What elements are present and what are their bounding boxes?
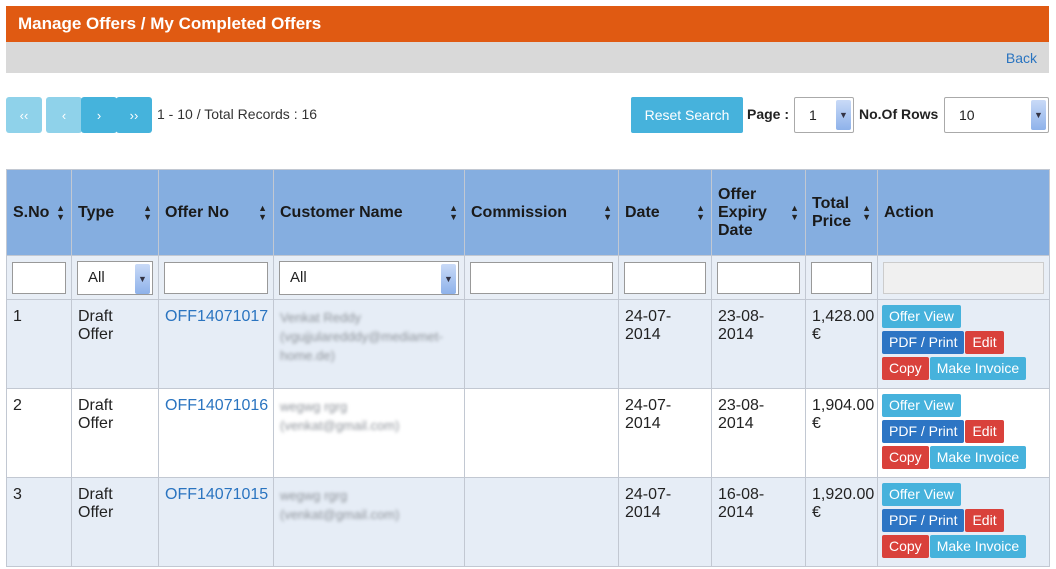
filter-date-input[interactable]	[624, 261, 706, 294]
offer-view-button[interactable]: Offer View	[882, 305, 961, 328]
pdf-print-button[interactable]: PDF / Print	[882, 420, 965, 443]
col-action: Action	[877, 169, 1050, 256]
offers-table: S.No ▲ ▼ Type ▲ ▼ Offer No ▲ ▼ Customer Name ▲ ▼…	[6, 169, 1050, 567]
filter-offer-no-input[interactable]	[164, 261, 268, 294]
rows-select-value: 10	[959, 107, 975, 123]
back-link[interactable]: Back	[1006, 50, 1037, 66]
copy-button[interactable]: Copy	[882, 357, 929, 380]
cell-type: Draft Offer	[71, 388, 159, 478]
col-sno[interactable]: S.No ▲ ▼	[6, 169, 72, 256]
copy-button[interactable]: Copy	[882, 535, 929, 558]
make-invoice-button[interactable]: Make Invoice	[929, 535, 1027, 558]
cell-sno: 1	[6, 299, 72, 389]
offer-view-button[interactable]: Offer View	[882, 394, 961, 417]
col-type[interactable]: Type ▲ ▼	[71, 169, 159, 256]
filter-sno-input[interactable]	[12, 261, 66, 294]
rows-select[interactable]: 10 ▼	[944, 97, 1049, 133]
cell-price: 1,920.00 €	[805, 477, 878, 567]
make-invoice-button[interactable]: Make Invoice	[929, 446, 1027, 469]
cell-price: 1,428.00 €	[805, 299, 878, 389]
cell-sno: 2	[6, 388, 72, 478]
copy-button[interactable]: Copy	[882, 446, 929, 469]
last-page-button[interactable]: ››	[116, 97, 152, 133]
table-row: 2 Draft Offer OFF14071016 wegwg rgrg (ve…	[6, 388, 1050, 478]
sort-icon: ▲ ▼	[862, 202, 871, 222]
filter-price-input[interactable]	[811, 261, 872, 294]
filter-expiry-input[interactable]	[717, 261, 800, 294]
customer-name: wegwg rgrg (venkat@gmail.com)	[280, 399, 400, 433]
make-invoice-button[interactable]: Make Invoice	[929, 357, 1027, 380]
prev-page-button[interactable]: ‹	[46, 97, 82, 133]
col-date[interactable]: Date ▲ ▼	[618, 169, 712, 256]
sort-icon: ▲ ▼	[258, 202, 267, 222]
page-select[interactable]: 1 ▼	[794, 97, 854, 133]
cell-expiry: 23-08-2014	[711, 388, 806, 478]
cell-commission	[464, 477, 619, 567]
offer-no-link[interactable]: OFF14071015	[165, 486, 268, 503]
col-expiry-date[interactable]: Offer Expiry Date ▲ ▼	[711, 169, 806, 256]
sort-icon: ▲ ▼	[696, 202, 705, 222]
rows-label: No.Of Rows	[859, 106, 939, 122]
chevron-down-icon: ▼	[836, 100, 851, 130]
sub-toolbar: Back	[6, 42, 1049, 73]
col-commission[interactable]: Commission ▲ ▼	[464, 169, 619, 256]
customer-name: wegwg rgrg (venkat@gmail.com)	[280, 488, 400, 522]
sort-icon: ▲ ▼	[603, 202, 612, 222]
table-row: 1 Draft Offer OFF14071017 Venkat Reddy (…	[6, 299, 1050, 389]
sort-icon: ▲ ▼	[449, 202, 458, 222]
filter-action-input	[883, 261, 1044, 294]
page-title: Manage Offers / My Completed Offers	[6, 6, 1049, 42]
chevron-down-icon: ▼	[1031, 100, 1046, 130]
cell-date: 24-07-2014	[618, 477, 712, 567]
first-page-button[interactable]: ‹‹	[6, 97, 42, 133]
page-label: Page :	[747, 106, 790, 122]
customer-name: Venkat Reddy (vgujjularedddy@mediamet-ho…	[280, 310, 443, 363]
edit-button[interactable]: Edit	[965, 509, 1004, 532]
cell-type: Draft Offer	[71, 477, 159, 567]
cell-commission	[464, 299, 619, 389]
sort-icon: ▲ ▼	[56, 202, 65, 222]
next-page-button[interactable]: ›	[81, 97, 117, 133]
col-total-price[interactable]: Total Price ▲ ▼	[805, 169, 878, 256]
offer-view-button[interactable]: Offer View	[882, 483, 961, 506]
cell-type: Draft Offer	[71, 299, 159, 389]
sort-icon: ▲ ▼	[790, 202, 799, 222]
edit-button[interactable]: Edit	[965, 420, 1004, 443]
sort-icon: ▲ ▼	[143, 202, 152, 222]
cell-price: 1,904.00 €	[805, 388, 878, 478]
page: Manage Offers / My Completed Offers Back…	[0, 0, 1056, 569]
filter-type-select[interactable]: All ▼	[77, 260, 153, 295]
col-offer-no[interactable]: Offer No ▲ ▼	[158, 169, 274, 256]
cell-commission	[464, 388, 619, 478]
page-select-value: 1	[809, 107, 817, 123]
cell-date: 24-07-2014	[618, 299, 712, 389]
reset-search-button[interactable]: Reset Search	[631, 97, 743, 133]
records-count: 1 - 10 / Total Records : 16	[157, 106, 318, 122]
chevron-down-icon: ▼	[441, 263, 456, 294]
filter-commission-input[interactable]	[470, 261, 613, 294]
pdf-print-button[interactable]: PDF / Print	[882, 331, 965, 354]
cell-date: 24-07-2014	[618, 388, 712, 478]
edit-button[interactable]: Edit	[965, 331, 1004, 354]
chevron-down-icon: ▼	[135, 263, 150, 294]
col-customer-name[interactable]: Customer Name ▲ ▼	[273, 169, 465, 256]
pdf-print-button[interactable]: PDF / Print	[882, 509, 965, 532]
cell-expiry: 23-08-2014	[711, 299, 806, 389]
offer-no-link[interactable]: OFF14071017	[165, 308, 268, 325]
table-row: 3 Draft Offer OFF14071015 wegwg rgrg (ve…	[6, 477, 1050, 567]
cell-sno: 3	[6, 477, 72, 567]
filter-customer-select[interactable]: All ▼	[279, 260, 459, 295]
cell-expiry: 16-08-2014	[711, 477, 806, 567]
offer-no-link[interactable]: OFF14071016	[165, 397, 268, 414]
